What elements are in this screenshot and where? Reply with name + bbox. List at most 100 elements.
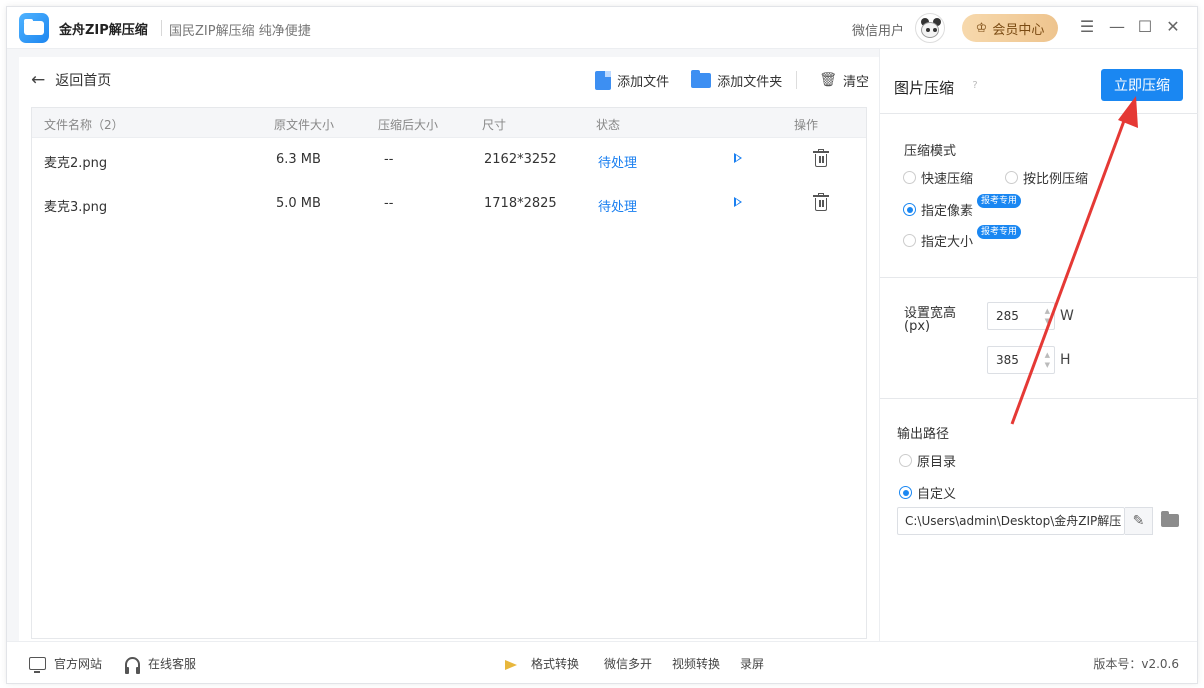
title-divider bbox=[161, 20, 162, 36]
add-folder-label: 添加文件夹 bbox=[717, 74, 783, 90]
output-path-field[interactable]: C:\Users\admin\Desktop\金舟ZIP解压 bbox=[897, 507, 1125, 535]
header-status: 状态 bbox=[596, 118, 621, 132]
file-list-panel: ← 返回首页 添加文件 添加文件夹 🗑 清空 文件名称（2） 原文件大小 压缩后… bbox=[19, 57, 879, 641]
comp-size: -- bbox=[384, 152, 394, 167]
compress-mode-label: 压缩模式 bbox=[904, 144, 957, 159]
radio-original-dir[interactable]: 原目录 bbox=[899, 451, 956, 470]
minimize-icon[interactable]: — bbox=[1107, 17, 1127, 37]
table-row[interactable]: 麦克2.png 6.3 MB -- 2162*3252 待处理 bbox=[32, 138, 866, 182]
add-file-button[interactable]: 添加文件 bbox=[595, 70, 670, 90]
radio-fast-compress[interactable]: 快速压缩 bbox=[903, 168, 973, 187]
edit-path-button[interactable]: ✎ bbox=[1125, 507, 1153, 535]
size-unit-label: (px) bbox=[904, 319, 931, 334]
file-name: 麦克3.png bbox=[44, 200, 108, 215]
play-icon[interactable] bbox=[734, 197, 742, 207]
screen-record-link[interactable]: 录屏 bbox=[740, 655, 764, 672]
exam-badge: 报考专用 bbox=[977, 225, 1022, 239]
add-file-label: 添加文件 bbox=[617, 74, 670, 90]
radio-specify-pixels[interactable]: 指定像素 bbox=[903, 200, 973, 219]
exam-badge: 报考专用 bbox=[977, 194, 1022, 208]
trash-icon: 🗑 bbox=[819, 72, 837, 88]
app-window: 金舟ZIP解压缩 国民ZIP解压缩 纯净便捷 微信用户 ♔ 会员中心 ☰ — ☐… bbox=[6, 6, 1198, 684]
back-arrow-icon: ← bbox=[31, 70, 46, 90]
browse-folder-icon[interactable] bbox=[1161, 511, 1179, 527]
dimensions: 2162*3252 bbox=[484, 152, 557, 167]
header-name: 文件名称（2） bbox=[44, 118, 124, 132]
radio-custom-dir[interactable]: 自定义 bbox=[899, 483, 956, 502]
close-icon[interactable]: ✕ bbox=[1163, 17, 1183, 37]
delete-icon[interactable] bbox=[813, 193, 829, 212]
radio-label: 自定义 bbox=[917, 487, 957, 502]
settings-panel: 图片压缩 ? 立即压缩 压缩模式 快速压缩 按比例压缩 指定像素 报考专用 指定… bbox=[879, 49, 1198, 641]
menu-icon[interactable]: ☰ bbox=[1077, 17, 1097, 37]
radio-circle bbox=[903, 171, 916, 184]
user-name[interactable]: 微信用户 bbox=[852, 20, 904, 39]
width-unit: W bbox=[1060, 308, 1074, 324]
height-unit: H bbox=[1060, 352, 1071, 368]
avatar[interactable] bbox=[915, 13, 945, 43]
online-support-link[interactable]: 在线客服 bbox=[125, 655, 196, 674]
clear-button[interactable]: 🗑 清空 bbox=[819, 71, 869, 90]
compress-now-button[interactable]: 立即压缩 bbox=[1101, 69, 1183, 101]
wechat-multi-link[interactable]: 微信多开 bbox=[604, 655, 652, 672]
video-convert-link[interactable]: 视频转换 bbox=[672, 655, 720, 672]
title-bar: 金舟ZIP解压缩 国民ZIP解压缩 纯净便捷 微信用户 ♔ 会员中心 ☰ — ☐… bbox=[7, 7, 1197, 49]
divider bbox=[880, 113, 1198, 114]
monitor-icon bbox=[29, 657, 46, 673]
height-input[interactable]: 385 ▲ ▼ bbox=[987, 346, 1055, 374]
radio-circle bbox=[903, 234, 916, 247]
divider bbox=[880, 277, 1198, 278]
radio-circle bbox=[903, 203, 916, 216]
orig-size: 6.3 MB bbox=[276, 152, 321, 167]
headset-icon bbox=[125, 656, 140, 674]
radio-label: 指定像素 bbox=[921, 204, 974, 219]
format-convert-label: 格式转换 bbox=[531, 657, 580, 671]
header-dimensions: 尺寸 bbox=[482, 118, 507, 132]
radio-label: 按比例压缩 bbox=[1023, 172, 1089, 187]
maximize-icon[interactable]: ☐ bbox=[1135, 17, 1155, 37]
header-actions: 操作 bbox=[794, 118, 819, 132]
app-title: 金舟ZIP解压缩 bbox=[59, 23, 148, 38]
vip-center-label: 会员中心 bbox=[992, 22, 1045, 38]
vip-center-button[interactable]: ♔ 会员中心 bbox=[962, 14, 1058, 42]
radio-specify-size[interactable]: 指定大小 bbox=[903, 231, 973, 250]
table-row[interactable]: 麦克3.png 5.0 MB -- 1718*2825 待处理 bbox=[32, 182, 866, 226]
height-spinner[interactable]: ▲ ▼ bbox=[1045, 350, 1050, 370]
official-website-label: 官方网站 bbox=[54, 657, 103, 671]
add-file-icon bbox=[595, 70, 612, 90]
pencil-icon: ✎ bbox=[1132, 513, 1145, 529]
back-home-button[interactable]: ← 返回首页 bbox=[31, 69, 111, 91]
status-text: 待处理 bbox=[598, 200, 638, 215]
format-convert-link[interactable]: 格式转换 bbox=[505, 655, 579, 672]
megaphone-icon bbox=[505, 657, 523, 671]
width-spinner[interactable]: ▲ ▼ bbox=[1045, 306, 1050, 326]
video-convert-label: 视频转换 bbox=[672, 657, 721, 671]
screen-record-label: 录屏 bbox=[740, 657, 765, 671]
clear-label: 清空 bbox=[842, 74, 869, 90]
radio-circle bbox=[899, 454, 912, 467]
footer-bar: 官方网站 在线客服 格式转换 微信多开 视频转换 录屏 版本号：v2.0.6 bbox=[7, 641, 1197, 683]
width-input[interactable]: 285 ▲ ▼ bbox=[987, 302, 1055, 330]
delete-icon[interactable] bbox=[813, 149, 829, 168]
radio-label: 指定大小 bbox=[921, 235, 974, 250]
official-website-link[interactable]: 官方网站 bbox=[29, 655, 103, 673]
radio-circle bbox=[899, 486, 912, 499]
crown-icon: ♔ bbox=[975, 20, 988, 36]
file-name: 麦克2.png bbox=[44, 156, 108, 171]
play-icon[interactable] bbox=[734, 153, 742, 163]
file-toolbar: 添加文件 添加文件夹 🗑 清空 bbox=[573, 67, 869, 93]
back-home-label: 返回首页 bbox=[55, 73, 112, 89]
add-folder-button[interactable]: 添加文件夹 bbox=[691, 69, 783, 90]
add-folder-icon bbox=[691, 69, 712, 88]
height-value: 385 bbox=[996, 353, 1019, 367]
app-logo-icon bbox=[19, 13, 49, 43]
radio-circle bbox=[1005, 171, 1018, 184]
comp-size: -- bbox=[384, 196, 394, 211]
orig-size: 5.0 MB bbox=[276, 196, 321, 211]
header-comp-size: 压缩后大小 bbox=[378, 118, 439, 132]
output-path-label: 输出路径 bbox=[897, 427, 950, 442]
radio-label: 原目录 bbox=[917, 455, 957, 470]
dimensions: 1718*2825 bbox=[484, 196, 557, 211]
radio-ratio-compress[interactable]: 按比例压缩 bbox=[1005, 168, 1088, 187]
help-icon[interactable]: ? bbox=[968, 79, 982, 93]
